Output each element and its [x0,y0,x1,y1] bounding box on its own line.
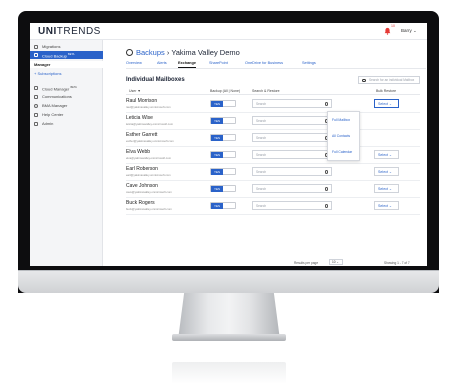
page-title: Yakima Valley Demo [171,48,240,57]
table-row: Leticia Wise leticia@yakimavalley.onmicr… [126,113,420,130]
user-name: Esther Garrett [126,132,158,138]
base-reflection [172,362,286,384]
sidebar-item-bma-manager[interactable]: BMA Manager [30,102,103,110]
user-menu[interactable]: Barry ⌄ [401,28,417,34]
tab-bar: Overview Alerts Exchange SharePoint OneD… [126,61,426,69]
tab-onedrive[interactable]: OneDrive for Business [245,61,283,65]
help-icon [34,113,38,117]
column-search-restore: Search & Restore [252,89,280,93]
results-per-page-select[interactable]: 10 ⌄ [329,259,343,265]
search-restore-input[interactable]: Search [252,167,332,176]
search-restore-input[interactable]: Search [252,133,332,142]
table-row: Raul Morrison raul@yakimavalley.onmicros… [126,96,420,113]
table-row: Earl Roberson earl@yakimavalley.onmicros… [126,164,420,181]
user-name: Cave Johnson [126,183,158,189]
column-user[interactable]: User ▼ [129,89,141,93]
sidebar-subscriptions[interactable]: + Subscriptions [30,70,103,77]
monitor-base [172,334,286,341]
table-row: Buck Rogers buck@yakimavalley.onmicrosof… [126,198,420,215]
notification-count: 10 [391,24,395,28]
tab-alerts[interactable]: Alerts [157,61,167,65]
user-email: raul@yakimavalley.onmicrosoft.com [126,105,171,109]
user-name: Buck Rogers [126,200,155,206]
tab-exchange[interactable]: Exchange [178,61,196,68]
bulk-restore-select[interactable]: Select ⌄ [374,184,399,193]
backup-toggle[interactable]: YES [210,100,236,107]
admin-icon [34,122,38,126]
sidebar-item-cloud-backup[interactable]: Cloud Backup BETA [30,51,103,59]
bulk-restore-select[interactable]: Select ⌄ [374,201,399,210]
search-icon[interactable] [324,170,328,174]
breadcrumb-backups-link[interactable]: Backups [136,48,165,57]
sidebar: Migrations Cloud Backup BETA Manager + S… [30,40,103,266]
dropdown-option-all-contacts[interactable]: All Contacts [332,134,350,138]
screen: UNITRENDS 10 Barry ⌄ Migrations Cloud Ba… [30,23,427,266]
breadcrumb: Backups › Yakima Valley Demo [136,48,240,57]
bulk-restore-select[interactable]: Select ⌄ [374,167,399,176]
search-icon [362,78,366,82]
bulk-restore-dropdown: Full Mailbox All Contacts Full Calendar [327,111,360,161]
sidebar-item-communications[interactable]: Communications [30,93,103,101]
sidebar-manager[interactable]: Manager [30,61,103,68]
user-email: esther@yakimavalley.onmicrosoft.com [126,139,174,143]
top-bar: UNITRENDS 10 Barry ⌄ [30,23,427,40]
dropdown-option-full-calendar[interactable]: Full Calendar [332,150,352,154]
backup-toggle[interactable]: YES [210,117,236,124]
column-backup[interactable]: Backup (All | None) [210,89,240,93]
sidebar-item-cloud-manager[interactable]: Cloud Manager BETA [30,84,103,92]
backup-clock-icon [126,49,133,56]
main-content: Backups › Yakima Valley Demo Overview Al… [104,40,427,266]
monitor-chin [18,270,439,293]
unitrends-logo: UNITRENDS [38,26,101,37]
mailbox-search-input[interactable]: Search for an individual Mailbox [358,76,420,84]
cloud-icon [34,53,38,57]
user-email: cave@yakimavalley.onmicrosoft.com [126,190,172,194]
sidebar-item-admin[interactable]: Admin [30,120,103,128]
bulk-restore-select[interactable]: Select ⌄ [374,99,399,108]
table-row: Cave Johnson cave@yakimavalley.onmicroso… [126,181,420,198]
search-restore-input[interactable]: Search [252,116,332,125]
user-email: buck@yakimavalley.onmicrosoft.com [126,207,172,211]
backup-toggle[interactable]: YES [210,151,236,158]
bma-icon [34,104,38,108]
search-restore-input[interactable]: Search [252,99,332,108]
user-name: Leticia Wise [126,115,153,121]
search-restore-input[interactable]: Search [252,150,332,159]
showing-count: Showing 1 - 7 of 7 [384,261,410,265]
backup-toggle[interactable]: YES [210,168,236,175]
dropdown-option-full-mailbox[interactable]: Full Mailbox [332,118,350,122]
bell-icon[interactable] [384,27,391,35]
search-restore-input[interactable]: Search [252,184,332,193]
backup-toggle[interactable]: YES [210,185,236,192]
sidebar-item-migrations[interactable]: Migrations [30,43,103,51]
user-email: elva@yakimavalley.onmicrosoft.com [126,156,172,160]
search-icon[interactable] [324,187,328,191]
user-email: earl@yakimavalley.onmicrosoft.com [126,173,171,177]
backup-toggle[interactable]: YES [210,202,236,209]
monitor-stand [178,293,280,340]
search-icon[interactable] [324,102,328,106]
table-row: Elva Webb elva@yakimavalley.onmicrosoft.… [126,147,420,164]
search-icon[interactable] [324,204,328,208]
tab-settings[interactable]: Settings [302,61,316,65]
tab-overview[interactable]: Overview [126,61,142,65]
migrations-icon [34,45,38,49]
backup-toggle[interactable]: YES [210,134,236,141]
tab-sharepoint[interactable]: SharePoint [209,61,228,65]
column-bulk-restore: Bulk Restore [376,89,397,93]
section-title: Individual Mailboxes [126,77,185,83]
table-header: User ▼ Backup (All | None) Search & Rest… [126,88,420,95]
cloud-manager-icon [34,86,38,90]
user-name: Elva Webb [126,149,151,155]
results-per-page-label: Results per page [294,261,319,265]
communications-icon [34,95,38,99]
user-name: Raul Morrison [126,98,158,104]
user-name: Earl Roberson [126,166,158,172]
sidebar-item-help-center[interactable]: Help Center [30,111,103,119]
bulk-restore-select[interactable]: Select ⌄ [374,150,399,159]
search-restore-input[interactable]: Search [252,201,332,210]
user-email: leticia@yakimavalley.onmicrosoft.com [126,122,174,126]
table-row: Esther Garrett esther@yakimavalley.onmic… [126,130,420,147]
